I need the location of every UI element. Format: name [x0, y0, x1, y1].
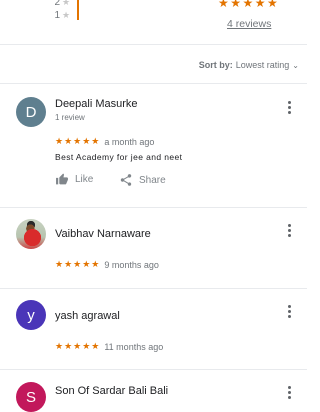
- share-label: Share: [139, 174, 166, 186]
- review-time: 11 months ago: [104, 341, 164, 352]
- more-options-icon[interactable]: [288, 224, 292, 237]
- more-options-icon[interactable]: [288, 101, 292, 114]
- star-icon: ★: [62, 9, 71, 20]
- review-stars: ★★★★★: [55, 136, 101, 146]
- review-text: Best Academy for jee and neet: [55, 152, 183, 162]
- sort-dropdown[interactable]: Sort by: Lowest rating ⌄: [199, 60, 299, 70]
- avatar[interactable]: S: [16, 382, 46, 412]
- review-time: 9 months ago: [104, 259, 159, 270]
- histogram-row-1: 1 ★: [52, 9, 71, 21]
- reviewer-subtitle: 1 review: [55, 113, 85, 122]
- share-icon: [120, 174, 132, 186]
- divider: [0, 44, 307, 45]
- rating-line: ★★★★★ 9 months ago: [55, 259, 159, 270]
- avatar[interactable]: [16, 219, 46, 249]
- share-button[interactable]: Share: [119, 173, 166, 187]
- review-time: a month ago: [104, 136, 155, 147]
- reviewer-name[interactable]: yash agrawal: [55, 310, 120, 322]
- rating-line: ★★★★★ a month ago: [55, 136, 154, 147]
- review-stars: ★★★★★: [55, 259, 101, 269]
- avatar[interactable]: y: [16, 300, 46, 330]
- like-button[interactable]: Like: [55, 173, 93, 186]
- divider: [0, 83, 307, 84]
- sort-prefix: Sort by:: [198, 60, 233, 70]
- histogram-bar: [77, 0, 79, 20]
- histogram-row-label: 1: [54, 9, 60, 21]
- star-icon: ★: [62, 0, 71, 7]
- chevron-down-icon: ⌄: [292, 60, 299, 70]
- divider: [0, 288, 307, 289]
- sort-value: Lowest rating: [235, 60, 290, 70]
- thumbs-up-icon: [56, 173, 68, 185]
- avatar[interactable]: D: [16, 97, 46, 127]
- aggregate-stars: ★★★★★: [218, 0, 280, 10]
- divider: [0, 207, 307, 208]
- reviews-count-link[interactable]: 4 reviews: [227, 18, 271, 30]
- like-label: Like: [75, 174, 94, 185]
- more-options-icon[interactable]: [288, 386, 292, 399]
- histogram-row-2: 2 ★: [52, 0, 71, 8]
- histogram-row-label: 2: [54, 0, 60, 8]
- reviewer-name[interactable]: Vaibhav Narnaware: [55, 228, 151, 240]
- divider: [0, 369, 307, 370]
- reviewer-name[interactable]: Son Of Sardar Bali Bali: [55, 385, 168, 397]
- rating-line: ★★★★★ 11 months ago: [55, 341, 163, 352]
- review-stars: ★★★★★: [55, 341, 101, 351]
- reviewer-name[interactable]: Deepali Masurke: [55, 98, 138, 110]
- more-options-icon[interactable]: [288, 305, 292, 318]
